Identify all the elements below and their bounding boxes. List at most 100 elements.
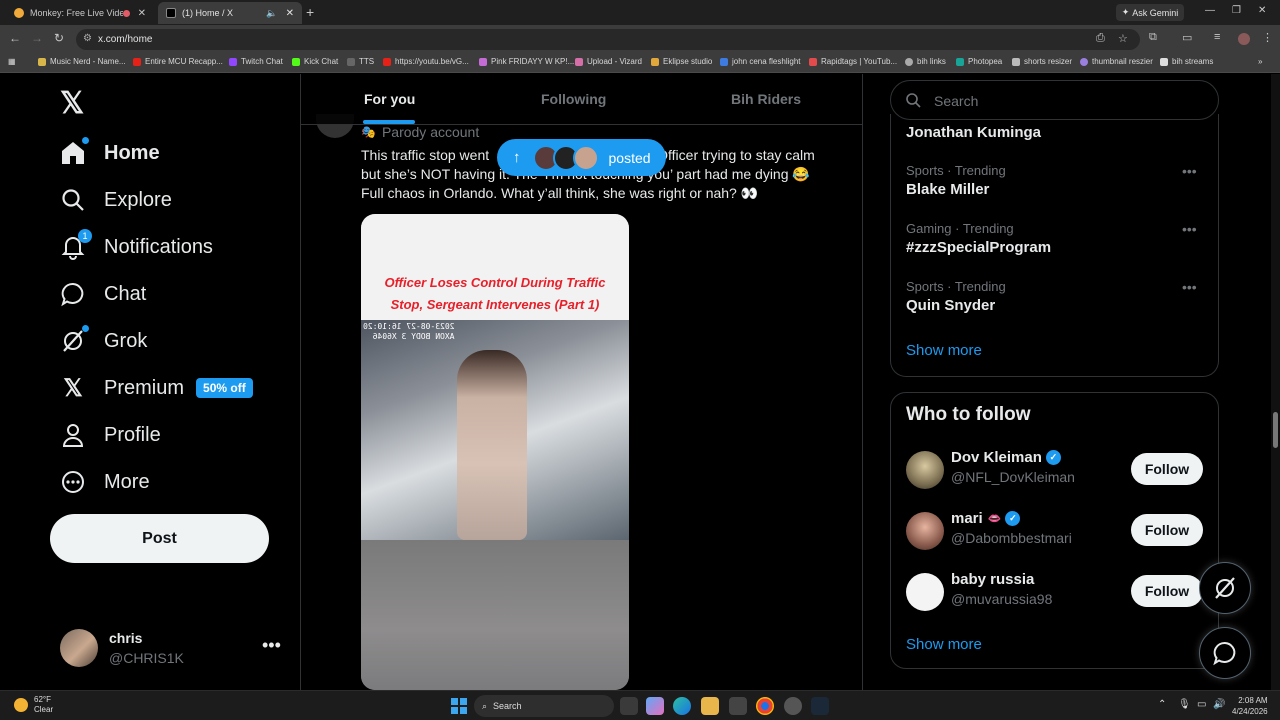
nav-profile[interactable]: Profile bbox=[60, 415, 161, 455]
app-icon[interactable] bbox=[784, 697, 802, 715]
more-dots-icon[interactable]: ••• bbox=[1182, 163, 1197, 179]
bookmark-item[interactable]: Entire MCU Recapp... bbox=[133, 57, 223, 66]
post-button[interactable]: Post bbox=[50, 514, 269, 563]
tab-following[interactable]: Following bbox=[541, 91, 606, 107]
site-info-icon[interactable]: ⚙ bbox=[83, 33, 92, 44]
nav-notifications[interactable]: 1 Notifications bbox=[60, 227, 213, 267]
restore-icon[interactable]: ❐ bbox=[1232, 5, 1241, 16]
edge-icon[interactable] bbox=[673, 697, 691, 715]
nav-profile-label: Profile bbox=[104, 423, 161, 446]
browser-menu-icon[interactable]: ⋮ bbox=[1262, 31, 1273, 44]
follow-button[interactable]: Follow bbox=[1131, 514, 1203, 546]
follow-button[interactable]: Follow bbox=[1131, 453, 1203, 485]
bookmark-star-icon[interactable]: ☆ bbox=[1118, 32, 1128, 45]
system-clock[interactable]: 2:08 AM 4/24/2026 bbox=[1232, 695, 1268, 717]
browser-tab-x-home[interactable]: (1) Home / X 🔈 ✕ bbox=[158, 2, 302, 24]
task-view-icon[interactable] bbox=[620, 697, 638, 715]
search-input[interactable]: Search bbox=[890, 80, 1219, 120]
address-bar[interactable]: ⚙ x.com/home ⎙ ☆ bbox=[76, 29, 1140, 50]
tweet-video[interactable]: Officer Loses Control During Traffic Sto… bbox=[361, 214, 629, 690]
bookmark-item[interactable]: TTS bbox=[347, 57, 374, 66]
trend-item[interactable]: Sports · Trending Blake Miller ••• bbox=[906, 163, 1206, 198]
file-explorer-icon[interactable] bbox=[701, 697, 719, 715]
back-icon[interactable]: ← bbox=[9, 31, 21, 45]
bell-icon: 1 bbox=[60, 229, 92, 260]
volume-icon[interactable]: 🔊 bbox=[1213, 699, 1225, 710]
chrome-icon[interactable] bbox=[756, 697, 774, 715]
bookmark-item[interactable]: shorts resizer bbox=[1012, 57, 1072, 66]
bookmark-item[interactable]: Rapidtags | YouTub... bbox=[809, 57, 897, 66]
network-icon[interactable]: ▭ bbox=[1197, 699, 1206, 710]
tray-overflow-icon[interactable]: ⌃ bbox=[1158, 699, 1166, 710]
nav-explore[interactable]: Explore bbox=[60, 180, 172, 220]
media-control-icon[interactable]: ≡ bbox=[1214, 31, 1220, 43]
reload-icon[interactable]: ↻ bbox=[54, 31, 64, 45]
store-icon[interactable] bbox=[729, 697, 747, 715]
weather-widget[interactable]: 62°F Clear bbox=[14, 695, 53, 715]
windows-start-icon[interactable] bbox=[451, 698, 467, 714]
follow-button[interactable]: Follow bbox=[1131, 575, 1203, 607]
nav-grok[interactable]: Grok bbox=[60, 321, 147, 361]
tab-bih-riders[interactable]: Bih Riders bbox=[731, 91, 801, 107]
bookmark-item[interactable]: Pink FRIDAYY W KP!... bbox=[479, 57, 574, 66]
bookmark-item[interactable]: Photopea bbox=[956, 57, 1002, 66]
bookmark-item[interactable]: https://youtu.be/vG... bbox=[383, 57, 469, 66]
video-subject bbox=[457, 350, 527, 540]
apps-grid-icon[interactable]: ▦ bbox=[8, 57, 16, 66]
chat-fab-button[interactable] bbox=[1199, 627, 1251, 679]
bookmark-item[interactable]: Twitch Chat bbox=[229, 57, 283, 66]
bookmark-item[interactable]: bih links bbox=[905, 57, 946, 66]
browser-tab-monkey[interactable]: Monkey: Free Live Video Ch ✕ bbox=[6, 2, 154, 24]
grok-fab-button[interactable] bbox=[1199, 562, 1251, 614]
follow-suggestion[interactable]: baby russia @muvarussia98 Follow bbox=[906, 571, 1206, 615]
ask-gemini-button[interactable]: ✦ Ask Gemini bbox=[1116, 4, 1184, 21]
bookmark-item[interactable]: john cena fleshlight bbox=[720, 57, 801, 66]
close-window-icon[interactable]: ✕ bbox=[1258, 5, 1266, 16]
bookmark-item[interactable]: Music Nerd - Name... bbox=[38, 57, 126, 66]
trends-show-more-link[interactable]: Show more bbox=[906, 342, 982, 359]
more-dots-icon[interactable]: ••• bbox=[1182, 279, 1197, 295]
bookmark-item[interactable]: Upload - Vizard bbox=[575, 57, 642, 66]
tab-for-you[interactable]: For you bbox=[364, 91, 415, 107]
bookmark-item[interactable]: Eklipse studio bbox=[651, 57, 712, 66]
trend-item[interactable]: Jonathan Kuminga bbox=[906, 124, 1206, 141]
trend-name: Quin Snyder bbox=[906, 297, 996, 314]
follow-suggestion[interactable]: mari 👄 ✓ @Dabombbestmari Follow bbox=[906, 510, 1206, 554]
new-tab-button[interactable]: + bbox=[306, 4, 314, 20]
who-to-follow-panel: Who to follow Dov Kleiman ✓ @NFL_DovKleim… bbox=[890, 392, 1219, 669]
audio-icon[interactable]: 🔈 bbox=[266, 8, 277, 19]
follow-suggestion[interactable]: Dov Kleiman ✓ @NFL_DovKleiman Follow bbox=[906, 449, 1206, 493]
minimize-icon[interactable]: — bbox=[1205, 5, 1215, 16]
sidebar-icon[interactable]: ▭ bbox=[1182, 31, 1192, 44]
scrollbar-thumb[interactable] bbox=[1273, 412, 1278, 448]
bookmarks-overflow-icon[interactable]: » bbox=[1258, 57, 1262, 66]
install-app-icon[interactable]: ⎙ bbox=[1096, 32, 1105, 45]
bookmark-item[interactable]: bih streams bbox=[1160, 57, 1213, 66]
follow-show-more-link[interactable]: Show more bbox=[906, 636, 982, 653]
bookmark-item[interactable]: Kick Chat bbox=[292, 57, 338, 66]
nav-more[interactable]: More bbox=[60, 462, 150, 502]
x-logo-icon[interactable]: 𝕏 bbox=[60, 86, 84, 121]
trend-item[interactable]: Sports · Trending Quin Snyder ••• bbox=[906, 279, 1206, 314]
trend-item[interactable]: Gaming · Trending #zzzSpecialProgram ••• bbox=[906, 221, 1206, 256]
bookmark-item[interactable]: thumbnail reszier bbox=[1080, 57, 1153, 66]
bookmark-label: https://youtu.be/vG... bbox=[395, 57, 469, 66]
forward-icon[interactable]: → bbox=[31, 31, 43, 45]
new-posts-pill[interactable]: ↑ posted bbox=[497, 139, 666, 176]
bookmark-label: Upload - Vizard bbox=[587, 57, 642, 66]
close-tab-icon[interactable]: ✕ bbox=[286, 8, 294, 19]
extensions-icon[interactable]: ⧉ bbox=[1149, 31, 1157, 44]
microphone-icon[interactable]: 🎙 bbox=[1178, 699, 1191, 710]
nav-chat[interactable]: Chat bbox=[60, 274, 146, 314]
steam-icon[interactable] bbox=[811, 697, 829, 715]
more-dots-icon[interactable]: ••• bbox=[262, 635, 281, 656]
profile-avatar-icon[interactable] bbox=[1238, 33, 1250, 45]
account-switcher[interactable]: chris @CHRIS1K ••• bbox=[60, 627, 282, 669]
nav-home[interactable]: Home bbox=[60, 133, 160, 173]
more-dots-icon[interactable]: ••• bbox=[1182, 221, 1197, 237]
copilot-icon[interactable] bbox=[646, 697, 664, 715]
taskbar-search[interactable]: ⌕ Search bbox=[474, 695, 614, 717]
page-scrollbar[interactable] bbox=[1271, 74, 1280, 690]
nav-premium[interactable]: 𝕏 Premium 50% off bbox=[60, 368, 253, 408]
close-tab-icon[interactable]: ✕ bbox=[138, 8, 146, 19]
